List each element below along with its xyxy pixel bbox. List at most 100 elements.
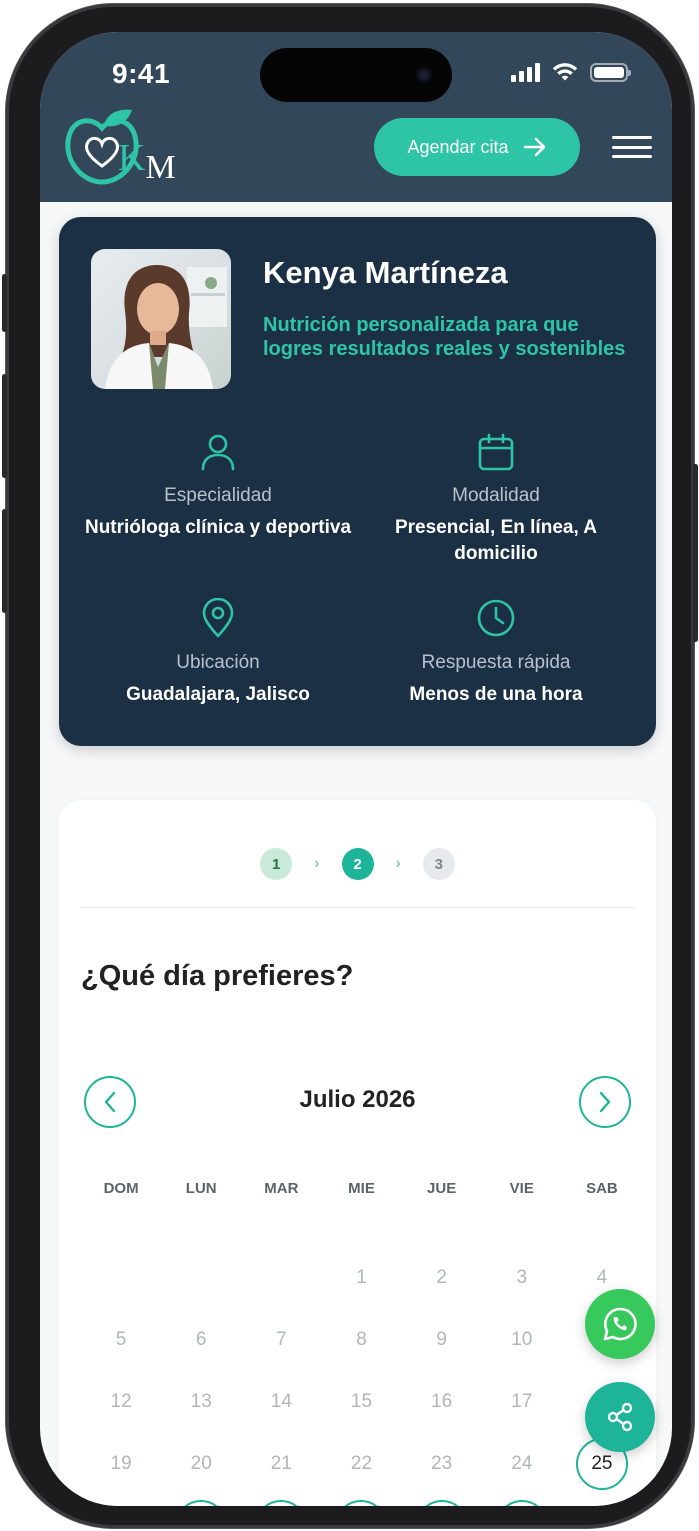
calendar-day-number: 30 bbox=[415, 1500, 468, 1506]
side-button-action bbox=[2, 274, 7, 332]
chevron-right-icon bbox=[599, 1091, 611, 1113]
share-button[interactable] bbox=[585, 1382, 655, 1452]
hamburger-menu-icon[interactable] bbox=[612, 136, 652, 158]
clock-icon bbox=[477, 599, 515, 637]
calendar-day-number: 28 bbox=[255, 1500, 308, 1506]
weekday-label: MAR bbox=[264, 1180, 299, 1197]
side-button-power bbox=[693, 464, 698, 642]
step-indicator: 1 › 2 › 3 bbox=[59, 848, 656, 880]
calendar-week-row: 19 20 21 22 23 24 25 bbox=[81, 1438, 642, 1490]
status-time: 9:41 bbox=[112, 58, 171, 89]
screen: 9:41 KM Agendar cita Kenya Martíneza Nut… bbox=[40, 32, 672, 1506]
calendar-day-disabled: 15 bbox=[350, 1391, 373, 1412]
step-separator-icon: › bbox=[395, 855, 401, 872]
app-header: 9:41 KM Agendar cita bbox=[40, 32, 672, 202]
calendar-day-disabled: 14 bbox=[270, 1391, 292, 1412]
calendar-day-disabled: 20 bbox=[190, 1453, 212, 1474]
status-icons bbox=[511, 62, 631, 82]
next-month-button[interactable] bbox=[579, 1076, 631, 1128]
location-pin-icon bbox=[202, 598, 234, 638]
info-value: Presencial, En línea, A domicilio bbox=[394, 517, 598, 564]
user-icon bbox=[201, 434, 235, 471]
info-value: Guadalajara, Jalisco bbox=[126, 684, 310, 705]
whatsapp-icon bbox=[603, 1307, 637, 1341]
calendar-day-disabled: 8 bbox=[356, 1329, 367, 1350]
info-label: Respuesta rápida bbox=[421, 652, 571, 673]
calendar-week-row: 26 27 28 29 30 31 bbox=[81, 1500, 642, 1506]
calendar-day-available[interactable]: 31 bbox=[482, 1500, 562, 1506]
step-separator-icon: › bbox=[314, 855, 320, 872]
calendar-day-disabled: 21 bbox=[270, 1453, 292, 1474]
profile-card: Kenya Martíneza Nutrición personalizada … bbox=[59, 217, 656, 746]
logo-text: KM bbox=[118, 137, 176, 186]
calendar-day-disabled: 1 bbox=[356, 1267, 367, 1288]
calendar-day-available[interactable]: 30 bbox=[402, 1500, 482, 1506]
step-3[interactable]: 3 bbox=[422, 848, 455, 880]
dynamic-island bbox=[260, 48, 452, 102]
calendar-icon bbox=[478, 433, 514, 471]
side-button-volume-down bbox=[2, 509, 7, 613]
profile-tagline: Nutrición personalizada para que logres … bbox=[263, 314, 626, 360]
calendar-day-number: 29 bbox=[335, 1500, 388, 1506]
calendar-day-disabled: 19 bbox=[110, 1453, 132, 1474]
book-appointment-button[interactable]: Agendar cita bbox=[374, 118, 580, 176]
weekday-label: VIE bbox=[509, 1180, 534, 1197]
info-label: Especialidad bbox=[164, 485, 272, 506]
signal-icon bbox=[511, 62, 540, 82]
info-location: Ubicación Guadalajara, Jalisco bbox=[73, 598, 363, 708]
calendar-day-disabled: 22 bbox=[350, 1453, 373, 1474]
calendar-empty-cell bbox=[241, 1252, 321, 1304]
calendar-day-disabled: 6 bbox=[195, 1329, 207, 1350]
info-response-time: Respuesta rápida Menos de una hora bbox=[351, 598, 641, 708]
calendar-day-available[interactable]: 29 bbox=[321, 1500, 401, 1506]
phone-frame: 9:41 KM Agendar cita Kenya Martíneza Nut… bbox=[2, 4, 698, 1528]
calendar-week-row: 567891011 bbox=[81, 1314, 642, 1366]
weekday-label: LUN bbox=[185, 1180, 217, 1197]
calendar-day-disabled: 17 bbox=[511, 1391, 533, 1412]
weekday-label: SAB bbox=[586, 1180, 618, 1197]
info-value: Menos de una hora bbox=[409, 684, 583, 705]
calendar-empty-cell bbox=[81, 1252, 161, 1304]
share-icon bbox=[607, 1402, 633, 1432]
battery-icon bbox=[590, 62, 631, 82]
calendar-week-row: 1234 bbox=[81, 1252, 642, 1304]
info-label: Modalidad bbox=[452, 485, 540, 506]
calendar-day-disabled: 12 bbox=[110, 1391, 132, 1412]
side-button-volume-up bbox=[2, 374, 7, 478]
calendar-day-disabled: 23 bbox=[431, 1453, 453, 1474]
info-specialty: Especialidad Nutrióloga clínica y deport… bbox=[73, 433, 363, 541]
step-1[interactable]: 1 bbox=[260, 848, 293, 880]
calendar-day-number: 27 bbox=[175, 1500, 228, 1506]
divider bbox=[81, 907, 634, 908]
weekday-label: JUE bbox=[427, 1180, 457, 1197]
calendar-day-disabled: 24 bbox=[511, 1453, 533, 1474]
camera-icon bbox=[416, 67, 432, 83]
profile-photo bbox=[91, 249, 231, 389]
step-2[interactable]: 2 bbox=[341, 848, 374, 880]
calendar-empty-cell bbox=[161, 1252, 241, 1304]
profile-name: Kenya Martíneza bbox=[263, 255, 508, 290]
calendar-day-disabled: 5 bbox=[115, 1329, 127, 1350]
calendar-day-available[interactable]: 28 bbox=[241, 1500, 321, 1506]
info-value: Nutrióloga clínica y deportiva bbox=[84, 517, 352, 538]
weekday-label: DOM bbox=[103, 1180, 139, 1197]
calendar-day-disabled: 7 bbox=[276, 1329, 287, 1350]
info-label: Ubicación bbox=[176, 652, 260, 673]
calendar-day-disabled: 10 bbox=[511, 1329, 533, 1350]
weekday-label: MIE bbox=[348, 1180, 375, 1197]
arrow-right-icon bbox=[523, 137, 545, 157]
calendar-day-disabled: 3 bbox=[516, 1267, 528, 1288]
whatsapp-button[interactable] bbox=[585, 1289, 655, 1359]
calendar-day-disabled: 9 bbox=[436, 1329, 447, 1350]
calendar-day-disabled: 26 bbox=[81, 1500, 161, 1506]
month-label: Julio 2026 bbox=[299, 1086, 416, 1113]
calendar-day-disabled: 2 bbox=[436, 1267, 447, 1288]
book-appointment-label: Agendar cita bbox=[407, 136, 509, 157]
portrait-illustration bbox=[105, 265, 227, 389]
weekday-header: DOM LUN MAR MIE JUE VIE SAB bbox=[81, 1180, 642, 1197]
booking-card: 1 › 2 › 3 ¿Qué día prefieres? Julio 2026… bbox=[59, 800, 656, 1506]
calendar-day-number: 31 bbox=[495, 1500, 548, 1506]
calendar-day-disabled: 16 bbox=[431, 1391, 453, 1412]
calendar-day-disabled: 13 bbox=[190, 1391, 212, 1412]
calendar-day-available[interactable]: 27 bbox=[161, 1500, 241, 1506]
